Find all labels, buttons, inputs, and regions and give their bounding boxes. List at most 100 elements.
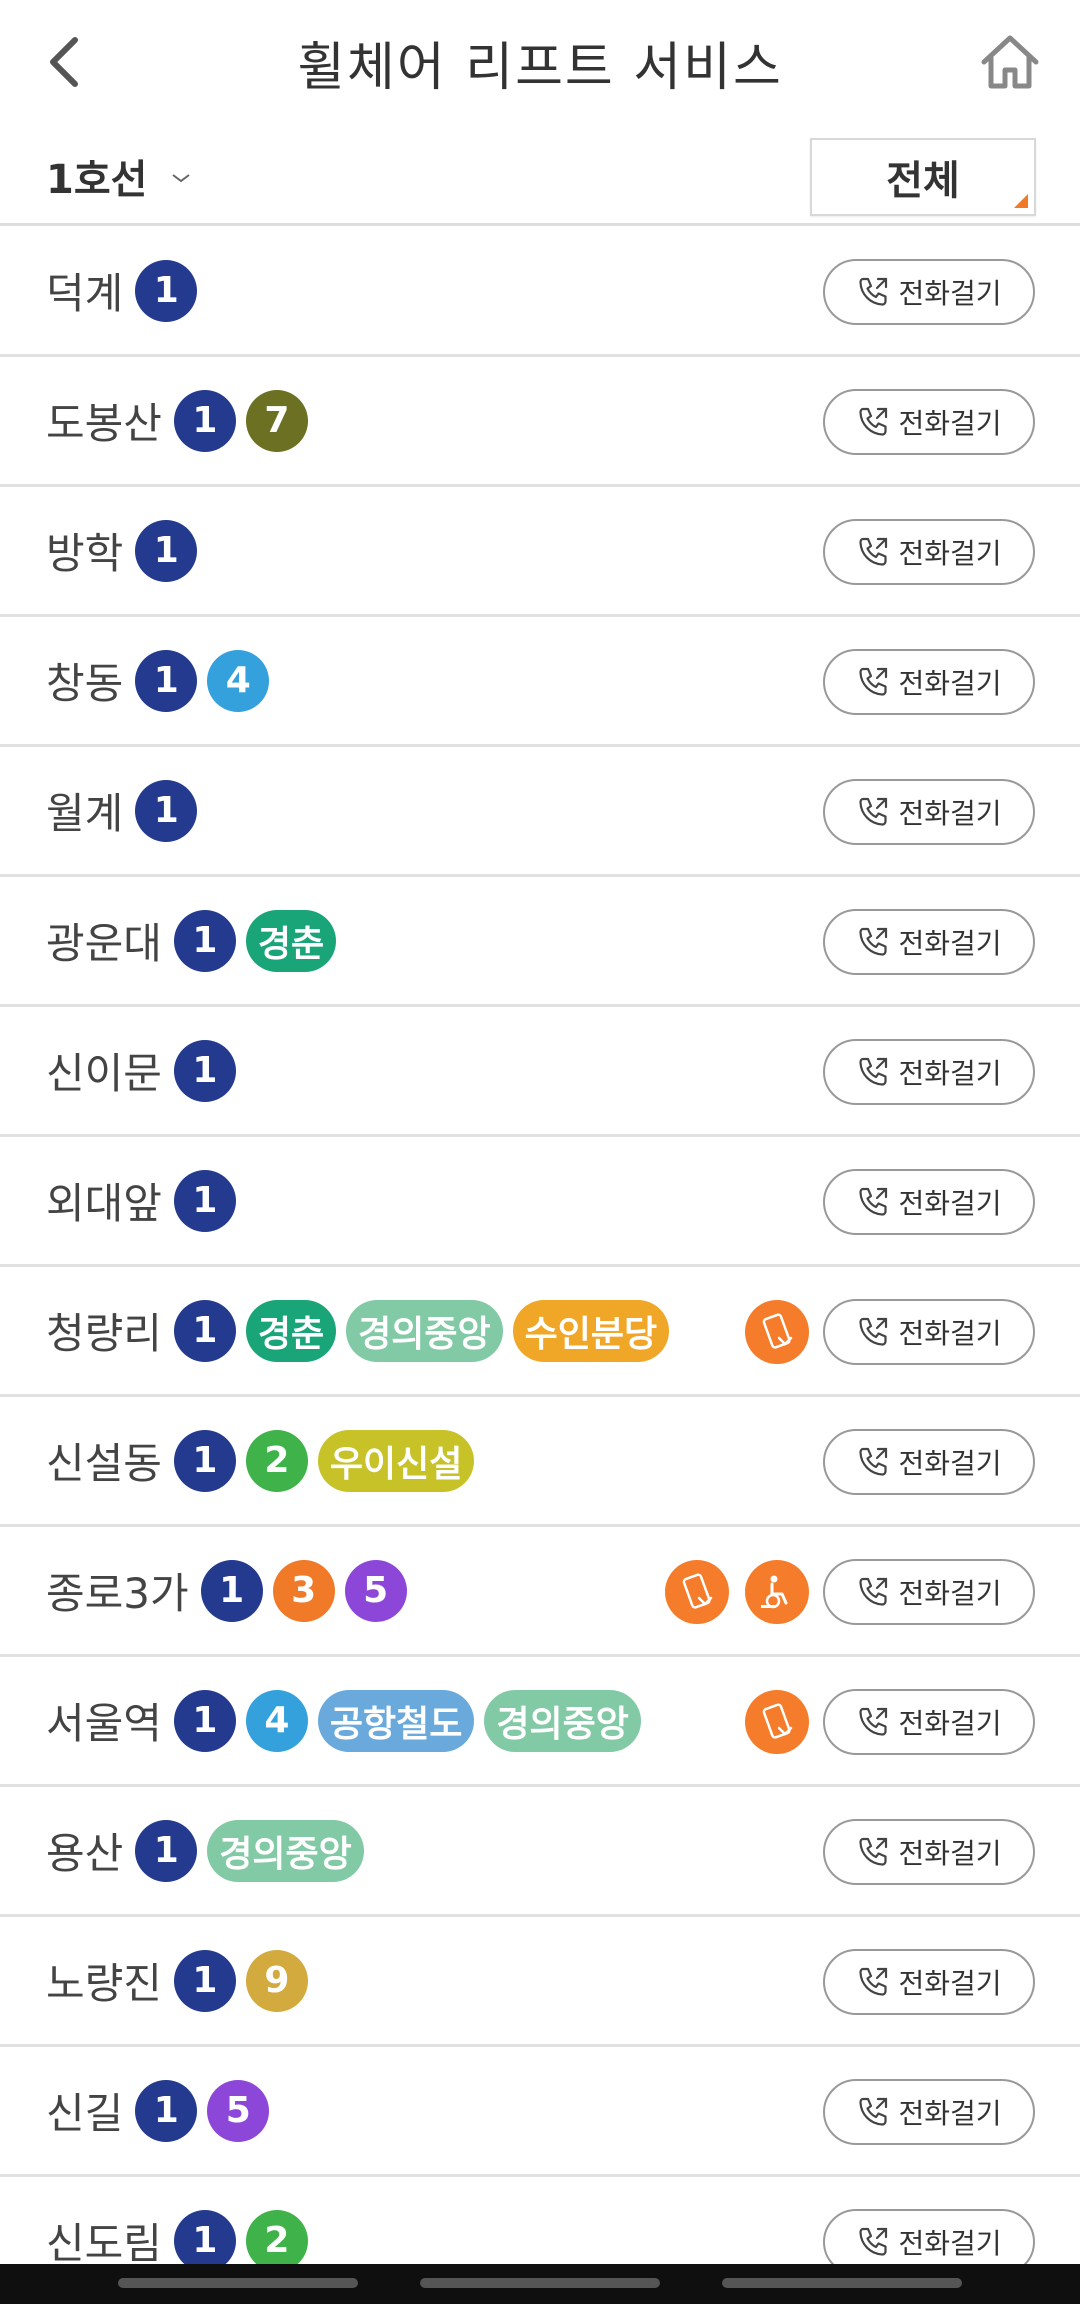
station-row: 도봉산 1 7 전화걸기 bbox=[0, 357, 1080, 487]
line-badge: 1 bbox=[135, 259, 198, 322]
station-row: 광운대 1 경춘 전화걸기 bbox=[0, 877, 1080, 1007]
call-button[interactable]: 전화걸기 bbox=[823, 909, 1035, 975]
line-dropdown[interactable]: 1호선 bbox=[46, 146, 191, 206]
phone-touch-icon bbox=[762, 1703, 793, 1739]
call-button[interactable]: 전화걸기 bbox=[823, 519, 1035, 585]
line-badge: 1 bbox=[135, 649, 198, 712]
station-name: 외대앞 bbox=[46, 1179, 162, 1228]
line-badges: 1 bbox=[173, 1039, 246, 1102]
call-button[interactable]: 전화걸기 bbox=[823, 1949, 1035, 2015]
phone-icon bbox=[859, 927, 888, 956]
phone-icon bbox=[859, 1317, 888, 1346]
station-row: 용산 1 경의중앙 전화걸기 bbox=[0, 1787, 1080, 1917]
station-name: 신도림 bbox=[46, 2219, 162, 2268]
app-header: 휠체어 리프트 서비스 bbox=[0, 0, 1080, 124]
line-dropdown-label: 1호선 bbox=[46, 157, 148, 203]
station-name: 창동 bbox=[46, 659, 124, 708]
station-name: 서울역 bbox=[46, 1699, 162, 1748]
call-button[interactable]: 전화걸기 bbox=[823, 1169, 1035, 1235]
nav-pill bbox=[420, 2278, 660, 2288]
phone-icon bbox=[859, 1967, 888, 1996]
call-button[interactable]: 전화걸기 bbox=[823, 1039, 1035, 1105]
station-row: 신길 1 5 전화걸기 bbox=[0, 2047, 1080, 2177]
line-badges: 19 bbox=[173, 1949, 318, 2012]
station-name: 신길 bbox=[46, 2089, 124, 2138]
phone-icon bbox=[859, 537, 888, 566]
call-button-label: 전화걸기 bbox=[898, 277, 1002, 310]
call-button-label: 전화걸기 bbox=[898, 537, 1002, 570]
station-row: 덕계 1 전화걸기 bbox=[0, 227, 1080, 357]
call-button-label: 전화걸기 bbox=[898, 1837, 1002, 1870]
line-badge: 1 bbox=[135, 2079, 198, 2142]
line-badge: 1 bbox=[173, 1949, 236, 2012]
line-badges: 1 경춘 bbox=[173, 909, 346, 972]
line-badge: 경의중앙 bbox=[346, 1299, 503, 1362]
phone-icon bbox=[859, 2227, 888, 2256]
phone-icon bbox=[859, 1837, 888, 1866]
station-row: 월계 1 전화걸기 bbox=[0, 747, 1080, 877]
call-button[interactable]: 전화걸기 bbox=[823, 1689, 1035, 1755]
line-badges: 135 bbox=[200, 1559, 417, 1622]
station-name: 방학 bbox=[46, 529, 124, 578]
phone-touch-button[interactable] bbox=[665, 1560, 729, 1624]
line-badge: 1 bbox=[173, 1299, 236, 1362]
line-badges: 1 bbox=[135, 779, 207, 842]
phone-icon bbox=[859, 667, 888, 696]
home-icon bbox=[981, 35, 1039, 89]
nav-pill bbox=[118, 2278, 358, 2288]
call-button[interactable]: 전화걸기 bbox=[823, 1819, 1035, 1885]
call-button[interactable]: 전화걸기 bbox=[823, 259, 1035, 325]
line-badge: 경춘 bbox=[245, 1299, 337, 1362]
call-button[interactable]: 전화걸기 bbox=[823, 389, 1035, 455]
line-badge: 2 bbox=[245, 2209, 308, 2272]
line-badges: 14 bbox=[135, 649, 279, 712]
call-button-label: 전화걸기 bbox=[898, 2097, 1002, 2130]
line-badges: 1 경의중앙 bbox=[135, 1819, 373, 1882]
phone-icon bbox=[859, 797, 888, 826]
call-button-label: 전화걸기 bbox=[898, 1187, 1002, 1220]
call-button[interactable]: 전화걸기 bbox=[823, 2079, 1035, 2145]
phone-touch-button[interactable] bbox=[745, 1300, 809, 1364]
line-badges: 1 4 공항철도 경의중앙 bbox=[173, 1689, 651, 1752]
station-info: 창동 1 4 bbox=[46, 617, 279, 744]
line-badge: 1 bbox=[200, 1559, 263, 1622]
home-button[interactable] bbox=[970, 22, 1050, 102]
station-list: 덕계 1 전화걸기 도봉산 1 7 전화걸기 방학 1 전화걸기 창동 1 4 전화걸기 월계 1 전화걸기 광운… bbox=[0, 227, 1080, 2304]
call-button-label: 전화걸기 bbox=[898, 1317, 1002, 1350]
line-badges: 1 bbox=[173, 1169, 246, 1232]
phone-icon bbox=[859, 407, 888, 436]
line-badges: 1 bbox=[135, 519, 207, 582]
phone-touch-button[interactable] bbox=[745, 1690, 809, 1754]
line-badge: 경춘 bbox=[245, 909, 337, 972]
station-name: 월계 bbox=[46, 789, 124, 838]
phone-icon bbox=[859, 1707, 888, 1736]
station-info: 방학 1 bbox=[46, 487, 207, 614]
line-badges: 15 bbox=[135, 2079, 279, 2142]
line-badge: 7 bbox=[245, 389, 308, 452]
chevron-down-icon bbox=[172, 174, 191, 183]
all-filter-label: 전체 bbox=[886, 158, 960, 204]
phone-icon bbox=[859, 2097, 888, 2126]
call-button[interactable]: 전화걸기 bbox=[823, 1429, 1035, 1495]
page-title: 휠체어 리프트 서비스 bbox=[297, 37, 783, 98]
call-button-label: 전화걸기 bbox=[898, 797, 1002, 830]
line-badge: 3 bbox=[272, 1559, 335, 1622]
station-row: 외대앞 1 전화걸기 bbox=[0, 1137, 1080, 1267]
line-badge: 4 bbox=[245, 1689, 308, 1752]
wheelchair-lift-icon bbox=[761, 1575, 788, 1609]
line-badge: 1 bbox=[173, 1039, 236, 1102]
station-row: 신설동 1 2 우이신설 전화걸기 bbox=[0, 1397, 1080, 1527]
station-row: 방학 1 전화걸기 bbox=[0, 487, 1080, 617]
call-button[interactable]: 전화걸기 bbox=[823, 649, 1035, 715]
call-button[interactable]: 전화걸기 bbox=[823, 1299, 1035, 1365]
line-badge: 우이신설 bbox=[317, 1429, 475, 1492]
wheelchair-lift-button[interactable] bbox=[745, 1560, 809, 1624]
call-button[interactable]: 전화걸기 bbox=[823, 1559, 1035, 1625]
station-name: 용산 bbox=[46, 1829, 124, 1878]
line-badge: 1 bbox=[135, 779, 198, 842]
station-info: 신설동 1 2 우이신설 bbox=[46, 1397, 484, 1524]
back-button[interactable] bbox=[30, 22, 100, 102]
all-filter-button[interactable]: 전체 bbox=[810, 138, 1036, 216]
station-name: 광운대 bbox=[46, 919, 162, 968]
call-button[interactable]: 전화걸기 bbox=[823, 779, 1035, 845]
